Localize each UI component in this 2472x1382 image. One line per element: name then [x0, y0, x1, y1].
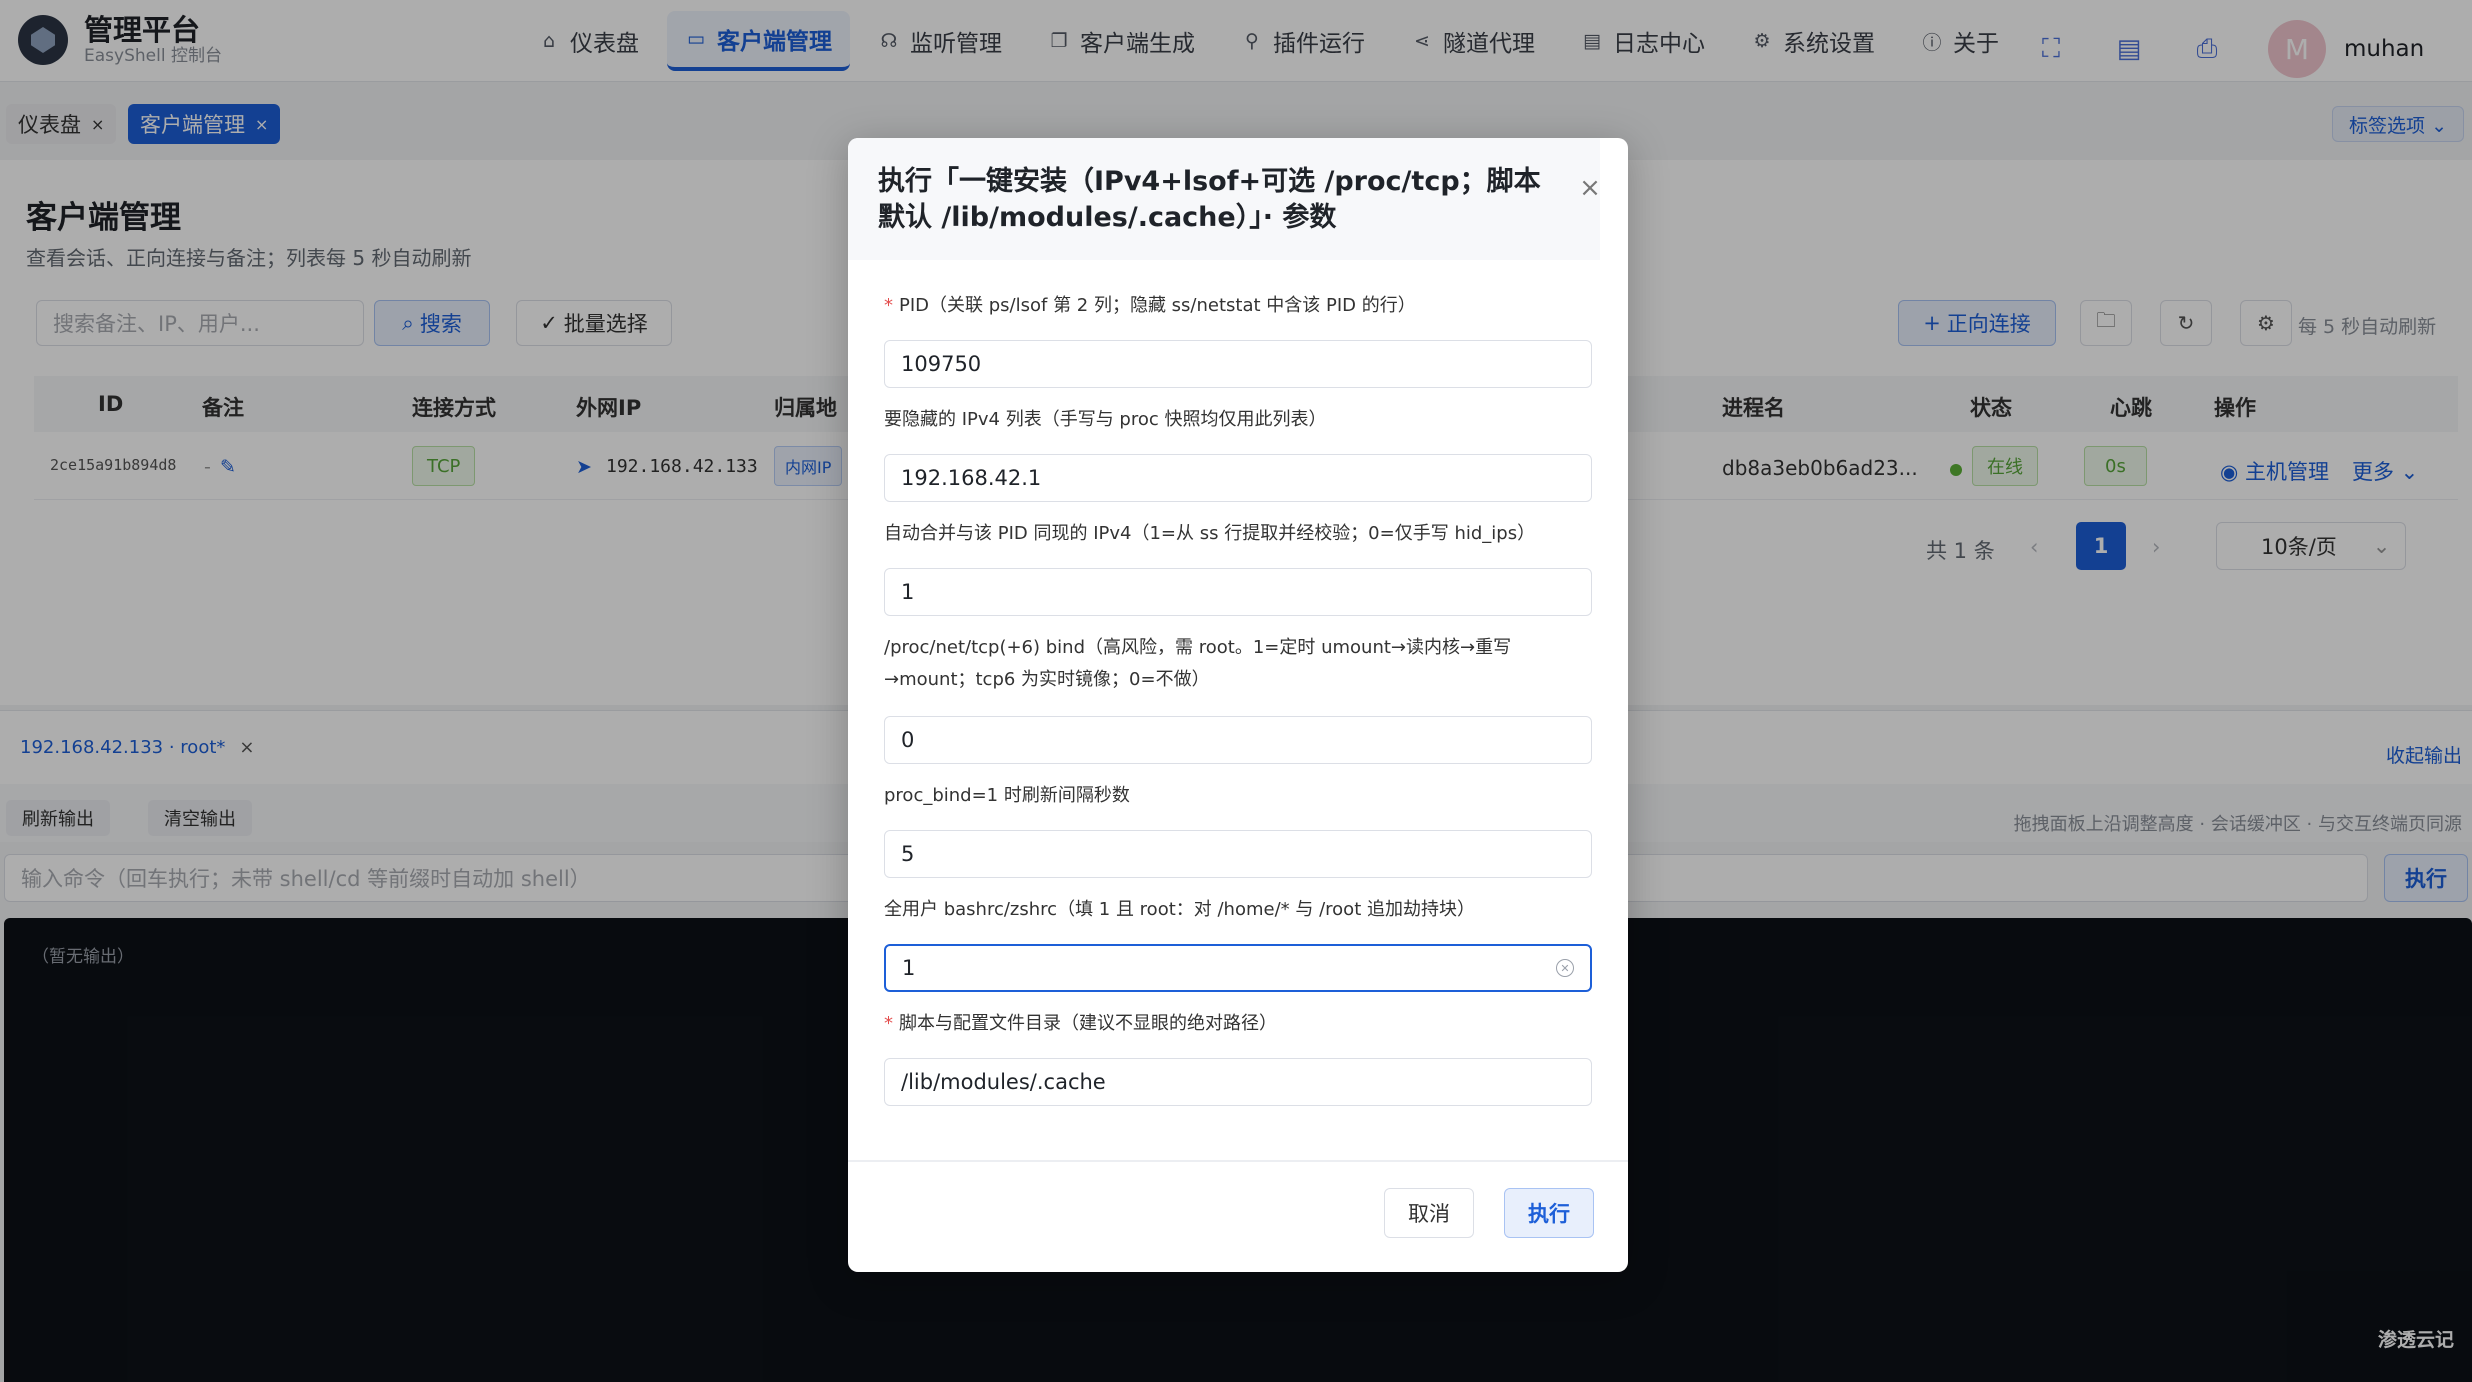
field-label-refresh-interval: proc_bind=1 时刷新间隔秒数	[884, 785, 1130, 806]
params-dialog: 执行「一键安装（IPv4+lsof+可选 /proc/tcp；脚本默认 /lib…	[848, 138, 1628, 1272]
cancel-button[interactable]: 取消	[1384, 1188, 1474, 1238]
field-label-ipv4-list: 要隐藏的 IPv4 列表（手写与 proc 快照均仅用此列表）	[884, 409, 1327, 430]
field-label-auto-merge: 自动合并与该 PID 同现的 IPv4（1=从 ss 行提取并经校验；0=仅手写…	[884, 523, 1536, 544]
field-label-text: 脚本与配置文件目录（建议不显眼的绝对路径）	[899, 1013, 1277, 1034]
bashrc-input[interactable]: 1 ✕	[884, 944, 1592, 992]
required-mark: *	[884, 1013, 893, 1034]
dialog-footer-divider	[848, 1160, 1628, 1162]
proc-bind-input[interactable]: 0	[884, 716, 1592, 764]
ipv4-list-input[interactable]: 192.168.42.1	[884, 454, 1592, 502]
script-dir-input[interactable]: /lib/modules/.cache	[884, 1058, 1592, 1106]
clear-icon[interactable]: ✕	[1556, 959, 1574, 977]
auto-merge-input[interactable]: 1	[884, 568, 1592, 616]
pid-input[interactable]: 109750	[884, 340, 1592, 388]
field-label-bashrc: 全用户 bashrc/zshrc（填 1 且 root：对 /home/* 与 …	[884, 899, 1475, 920]
dialog-header: 执行「一键安装（IPv4+lsof+可选 /proc/tcp；脚本默认 /lib…	[848, 138, 1600, 260]
field-label-text: PID（关联 ps/lsof 第 2 列；隐藏 ss/netstat 中含该 P…	[899, 295, 1416, 316]
required-mark: *	[884, 295, 893, 316]
execute-button[interactable]: 执行	[1504, 1188, 1594, 1238]
refresh-interval-input[interactable]: 5	[884, 830, 1592, 878]
bashrc-input-value: 1	[902, 956, 916, 980]
close-icon[interactable]: ×	[1574, 172, 1606, 204]
dialog-title: 执行「一键安装（IPv4+lsof+可选 /proc/tcp；脚本默认 /lib…	[878, 166, 1541, 233]
field-label-pid: * PID（关联 ps/lsof 第 2 列；隐藏 ss/netstat 中含该 …	[884, 290, 1594, 322]
field-label-script-dir: * 脚本与配置文件目录（建议不显眼的绝对路径）	[884, 1008, 1594, 1040]
field-label-proc-bind: /proc/net/tcp(+6) bind（高风险，需 root。1=定时 u…	[884, 637, 1512, 690]
